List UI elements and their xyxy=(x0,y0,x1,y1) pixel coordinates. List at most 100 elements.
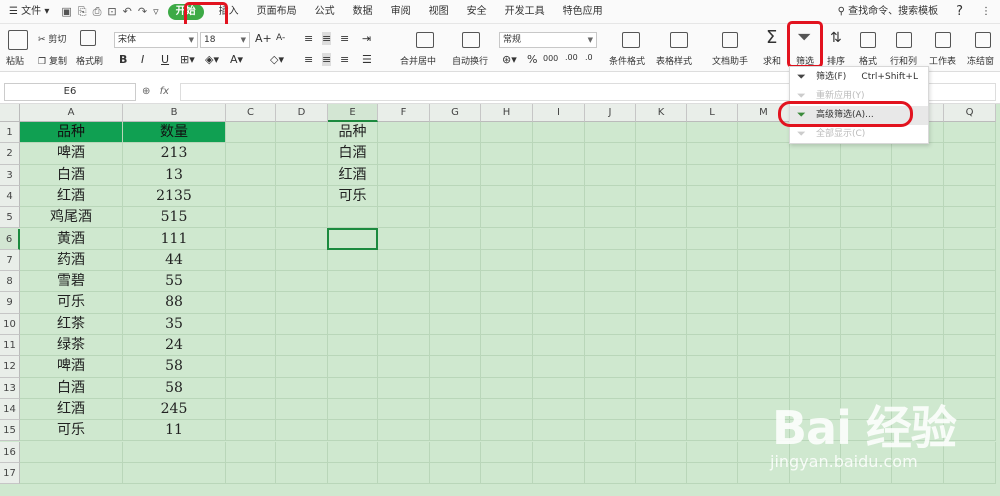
column-header-g[interactable]: G xyxy=(430,104,481,122)
cell-d5[interactable] xyxy=(276,207,328,229)
cell-g17[interactable] xyxy=(430,462,481,485)
merge-center-button[interactable]: 合并居中 xyxy=(400,54,436,67)
cell-e9[interactable] xyxy=(328,292,378,314)
cell-j5[interactable] xyxy=(585,207,636,229)
cell-o5[interactable] xyxy=(841,207,892,229)
cell-m1[interactable] xyxy=(738,122,790,144)
column-header-b[interactable]: B xyxy=(123,104,226,122)
cell-c2[interactable] xyxy=(226,143,276,165)
cell-c12[interactable] xyxy=(226,356,276,378)
cell-g10[interactable] xyxy=(430,313,481,335)
cell-k17[interactable] xyxy=(636,462,687,485)
cell-o9[interactable] xyxy=(841,292,892,314)
wrap-text-icon[interactable] xyxy=(462,32,480,48)
underline-button[interactable]: U xyxy=(161,53,169,66)
doc-helper-button[interactable]: 文档助手 xyxy=(712,54,748,67)
cell-g4[interactable] xyxy=(430,185,481,208)
cell-k12[interactable] xyxy=(636,356,687,378)
eraser-icon[interactable]: ◇▾ xyxy=(270,53,284,66)
cell-d14[interactable] xyxy=(276,398,328,421)
cell-f3[interactable] xyxy=(378,164,430,186)
shrink-font-button[interactable]: A- xyxy=(276,33,285,43)
cell-e1[interactable]: 品种 xyxy=(328,122,378,144)
thousands-button[interactable]: 000 xyxy=(543,54,558,63)
help-button[interactable]: ? xyxy=(947,0,972,24)
table-style-button[interactable]: 表格样式 xyxy=(656,54,692,67)
fx-icon[interactable]: fx xyxy=(160,86,169,97)
row-header-14[interactable]: 14 xyxy=(0,398,20,421)
cell-p6[interactable] xyxy=(892,228,944,250)
cell-h1[interactable] xyxy=(481,122,533,144)
cell-e4[interactable]: 可乐 xyxy=(328,185,378,208)
cell-b9[interactable]: 88 xyxy=(123,292,226,314)
row-header-3[interactable]: 3 xyxy=(0,164,20,186)
sort-icon[interactable]: ⇅ xyxy=(830,30,842,46)
align-top-icon[interactable]: ≡ xyxy=(304,32,313,45)
cell-f11[interactable] xyxy=(378,335,430,357)
cell-l2[interactable] xyxy=(687,143,738,165)
cell-j8[interactable] xyxy=(585,271,636,293)
cell-o2[interactable] xyxy=(841,143,892,165)
cell-q12[interactable] xyxy=(944,356,996,378)
cell-h5[interactable] xyxy=(481,207,533,229)
cell-f7[interactable] xyxy=(378,249,430,272)
cell-l17[interactable] xyxy=(687,462,738,485)
worksheet-icon[interactable] xyxy=(935,32,951,48)
bold-button[interactable]: B xyxy=(119,53,127,66)
cell-d16[interactable] xyxy=(276,441,328,463)
cell-q5[interactable] xyxy=(944,207,996,229)
cell-p7[interactable] xyxy=(892,249,944,272)
cell-a11[interactable]: 绿茶 xyxy=(20,335,123,357)
row-header-2[interactable]: 2 xyxy=(0,143,20,165)
cell-a16[interactable] xyxy=(20,441,123,463)
cell-b10[interactable]: 35 xyxy=(123,313,226,335)
cell-o3[interactable] xyxy=(841,164,892,186)
cell-f12[interactable] xyxy=(378,356,430,378)
cell-k1[interactable] xyxy=(636,122,687,144)
cell-k4[interactable] xyxy=(636,185,687,208)
cell-n12[interactable] xyxy=(790,356,841,378)
row-header-1[interactable]: 1 xyxy=(0,122,20,144)
cell-h6[interactable] xyxy=(481,228,533,250)
cell-p10[interactable] xyxy=(892,313,944,335)
cell-p5[interactable] xyxy=(892,207,944,229)
cell-n6[interactable] xyxy=(790,228,841,250)
column-header-f[interactable]: F xyxy=(378,104,430,122)
cell-c7[interactable] xyxy=(226,249,276,272)
cell-k3[interactable] xyxy=(636,164,687,186)
menu-item-filter[interactable]: ⏷ 筛选(F) Ctrl+Shift+L xyxy=(790,68,928,87)
cell-j6[interactable] xyxy=(585,228,636,250)
column-header-a[interactable]: A xyxy=(20,104,123,122)
cell-h8[interactable] xyxy=(481,271,533,293)
cell-g5[interactable] xyxy=(430,207,481,229)
cell-c16[interactable] xyxy=(226,441,276,463)
cell-j12[interactable] xyxy=(585,356,636,378)
cell-o4[interactable] xyxy=(841,185,892,208)
cell-f8[interactable] xyxy=(378,271,430,293)
cell-a3[interactable]: 白酒 xyxy=(20,164,123,186)
freeze-icon[interactable] xyxy=(975,32,991,48)
cell-c17[interactable] xyxy=(226,462,276,485)
cell-m4[interactable] xyxy=(738,185,790,208)
cell-o10[interactable] xyxy=(841,313,892,335)
percent-button[interactable]: % xyxy=(527,53,537,66)
name-box[interactable]: E6 xyxy=(4,83,136,101)
cell-d6[interactable] xyxy=(276,228,328,250)
number-format-select[interactable]: 常规 ▼ xyxy=(499,32,597,48)
cell-p2[interactable] xyxy=(892,143,944,165)
row-header-17[interactable]: 17 xyxy=(0,462,20,485)
select-all-corner[interactable] xyxy=(0,104,20,122)
decrease-decimal-icon[interactable]: .0 xyxy=(585,53,593,62)
cell-k2[interactable] xyxy=(636,143,687,165)
cell-q3[interactable] xyxy=(944,164,996,186)
tab-data[interactable]: 数据 xyxy=(344,0,382,24)
row-header-6[interactable]: 6 xyxy=(0,228,20,250)
cell-d15[interactable] xyxy=(276,420,328,442)
freeze-button[interactable]: 冻结窗 xyxy=(967,54,994,67)
cell-h2[interactable] xyxy=(481,143,533,165)
cell-e10[interactable] xyxy=(328,313,378,335)
cell-f17[interactable] xyxy=(378,462,430,485)
cell-d7[interactable] xyxy=(276,249,328,272)
cell-e15[interactable] xyxy=(328,420,378,442)
cell-c9[interactable] xyxy=(226,292,276,314)
